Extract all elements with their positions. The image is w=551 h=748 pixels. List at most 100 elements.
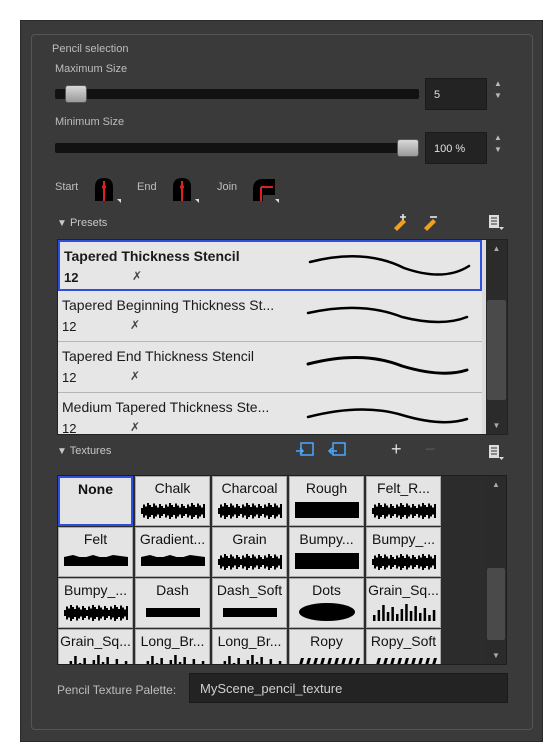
new-preset-button[interactable] bbox=[391, 213, 409, 234]
preset-name: Medium Tapered Thickness Ste... bbox=[62, 399, 270, 415]
min-size-label: Minimum Size bbox=[55, 116, 125, 128]
min-size-stepper[interactable]: ▲ ▼ bbox=[493, 132, 503, 164]
textures-grid: None Chalk Charcoal Rough Felt_R... Felt Gradi… bbox=[57, 475, 507, 665]
texture-tile[interactable]: None bbox=[58, 476, 133, 526]
texture-tile[interactable]: Grain bbox=[212, 527, 287, 577]
texture-name: Felt bbox=[83, 531, 108, 547]
preset-name: Tapered End Thickness Stencil bbox=[62, 348, 254, 364]
scrollbar-thumb[interactable] bbox=[487, 568, 505, 640]
texture-tile[interactable]: Ropy_Soft bbox=[366, 629, 441, 664]
scroll-up-icon[interactable]: ▲ bbox=[486, 244, 507, 253]
texture-tile[interactable]: Felt_R... bbox=[366, 476, 441, 526]
list-item[interactable]: Medium Tapered Thickness Ste... 12 ✗ bbox=[58, 393, 482, 435]
texture-name: Charcoal bbox=[221, 480, 278, 496]
texture-name: Rough bbox=[305, 480, 348, 496]
texture-tile[interactable]: Long_Br... bbox=[212, 629, 287, 664]
palette-label: Pencil Texture Palette: bbox=[57, 683, 177, 697]
textures-menu-button[interactable] bbox=[487, 443, 505, 464]
texture-name: Ropy_Soft bbox=[370, 633, 437, 649]
texture-preview-icon bbox=[69, 655, 128, 664]
texture-name: Long_Br... bbox=[140, 633, 205, 649]
texture-tile[interactable]: Rough bbox=[289, 476, 364, 526]
texture-tile[interactable]: Chalk bbox=[135, 476, 210, 526]
max-size-field[interactable]: 5 bbox=[425, 78, 487, 110]
list-item[interactable]: Tapered End Thickness Stencil 12 ✗ bbox=[58, 342, 482, 393]
texture-tile[interactable]: Dots bbox=[289, 578, 364, 628]
preset-size: 12 bbox=[62, 319, 77, 334]
texture-name: Gradient... bbox=[139, 531, 206, 547]
presets-header[interactable]: ▼ Presets bbox=[57, 217, 107, 229]
texture-name: Bumpy... bbox=[299, 531, 354, 547]
texture-preview-icon bbox=[376, 658, 437, 664]
presets-header-label: Presets bbox=[69, 217, 108, 229]
min-size-field[interactable]: 100 % bbox=[425, 132, 487, 164]
texture-tile[interactable]: Grain_Sq... bbox=[58, 629, 133, 664]
scroll-down-icon[interactable]: ▼ bbox=[486, 421, 507, 430]
preset-size: 12 bbox=[62, 370, 77, 385]
join-button[interactable] bbox=[249, 175, 279, 203]
texture-preview-icon bbox=[223, 655, 282, 664]
import-texture-button[interactable] bbox=[295, 441, 315, 462]
texture-name: Long_Br... bbox=[217, 633, 282, 649]
texture-preview-icon bbox=[141, 503, 205, 519]
delete-brush-icon bbox=[424, 216, 437, 231]
delete-preset-button[interactable] bbox=[421, 213, 439, 234]
texture-preview-icon bbox=[218, 554, 282, 570]
preset-size: 12 bbox=[62, 421, 77, 435]
stroke-preview-icon bbox=[306, 408, 469, 424]
texture-preview-icon bbox=[299, 658, 360, 664]
export-texture-button[interactable] bbox=[327, 441, 347, 462]
scroll-down-icon[interactable]: ▼ bbox=[486, 651, 506, 660]
round-join-icon bbox=[253, 179, 279, 203]
textures-scrollbar[interactable]: ▲ ▼ bbox=[486, 476, 506, 664]
texture-name: Dash_Soft bbox=[216, 582, 283, 598]
max-size-slider-handle[interactable] bbox=[65, 85, 88, 103]
texture-preview-icon bbox=[373, 604, 436, 621]
import-texture-icon bbox=[296, 442, 314, 456]
pin-icon: ✗ bbox=[130, 369, 141, 383]
texture-name: Chalk bbox=[154, 480, 191, 496]
collapse-triangle-icon: ▼ bbox=[57, 218, 67, 229]
preset-name: Tapered Thickness Stencil bbox=[64, 248, 240, 264]
texture-tile[interactable]: Long_Br... bbox=[135, 629, 210, 664]
min-size-slider[interactable] bbox=[55, 143, 419, 153]
list-item[interactable]: Tapered Beginning Thickness St... 12 ✗ bbox=[58, 291, 482, 342]
texture-tile[interactable]: Grain_Sq... bbox=[366, 578, 441, 628]
min-size-slider-handle[interactable] bbox=[397, 139, 419, 157]
textures-header[interactable]: ▼ Textures bbox=[57, 445, 111, 457]
texture-tile[interactable]: Bumpy_... bbox=[366, 527, 441, 577]
menu-icon bbox=[489, 215, 504, 230]
texture-name: Grain_Sq... bbox=[368, 582, 439, 598]
texture-name: Grain bbox=[232, 531, 267, 547]
texture-preview-icon bbox=[146, 655, 205, 664]
texture-tile[interactable]: Ropy bbox=[289, 629, 364, 664]
start-label: Start bbox=[55, 181, 79, 193]
max-size-stepper[interactable]: ▲ ▼ bbox=[493, 78, 503, 110]
presets-scrollbar[interactable]: ▲ ▼ bbox=[486, 240, 507, 434]
preset-size: 12 bbox=[64, 270, 79, 285]
pin-icon: ✗ bbox=[130, 318, 141, 332]
palette-field[interactable]: MyScene_pencil_texture bbox=[189, 673, 508, 703]
texture-name: Ropy bbox=[310, 633, 343, 649]
texture-tile[interactable]: Dash_Soft bbox=[212, 578, 287, 628]
remove-texture-button[interactable]: − bbox=[425, 439, 436, 460]
group-title: Pencil selection bbox=[48, 43, 133, 55]
list-item[interactable]: Tapered Thickness Stencil 12 ✗ bbox=[58, 240, 482, 291]
texture-tile[interactable]: Felt bbox=[58, 527, 133, 577]
scroll-up-icon[interactable]: ▲ bbox=[486, 480, 506, 489]
texture-tile[interactable]: Bumpy_... bbox=[58, 578, 133, 628]
start-tip-button[interactable] bbox=[91, 175, 121, 203]
texture-tile[interactable]: Charcoal bbox=[212, 476, 287, 526]
max-size-slider[interactable] bbox=[55, 89, 419, 99]
texture-tile[interactable]: Dash bbox=[135, 578, 210, 628]
texture-preview-icon bbox=[295, 502, 359, 518]
pin-icon: ✗ bbox=[130, 420, 141, 434]
presets-menu-button[interactable] bbox=[487, 213, 505, 234]
scrollbar-thumb[interactable] bbox=[487, 300, 506, 400]
texture-preview-icon bbox=[146, 608, 200, 617]
end-tip-button[interactable] bbox=[169, 175, 199, 203]
texture-tile[interactable]: Gradient... bbox=[135, 527, 210, 577]
texture-preview-icon bbox=[141, 555, 205, 566]
texture-tile[interactable]: Bumpy... bbox=[289, 527, 364, 577]
add-texture-button[interactable]: + bbox=[391, 439, 402, 460]
